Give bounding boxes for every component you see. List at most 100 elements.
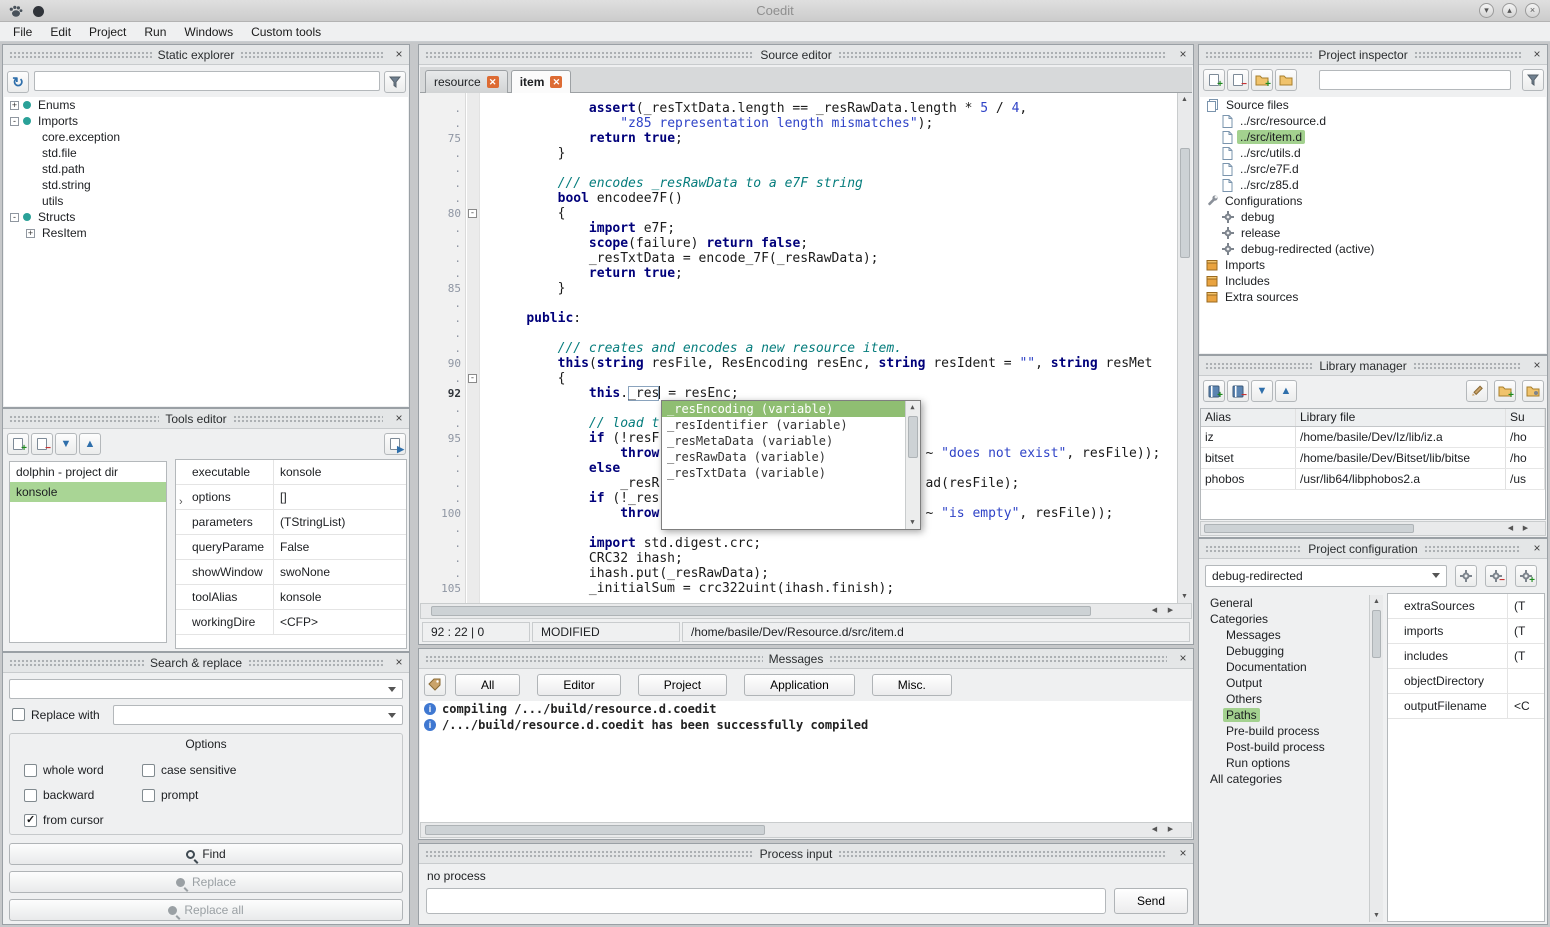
code-line[interactable]: . <box>420 296 1177 311</box>
tree-item[interactable]: Post-build process <box>1201 739 1367 755</box>
code-line[interactable]: . <box>420 326 1177 341</box>
property-row[interactable]: toolAliaskonsole <box>176 585 406 610</box>
run-tool-button[interactable]: ▶ <box>384 433 406 455</box>
code-line[interactable]: . public: <box>420 311 1177 326</box>
close-panel-button[interactable]: × <box>1530 359 1544 373</box>
menu-item-run[interactable]: Run <box>135 23 175 41</box>
property-row[interactable]: imports(T <box>1388 619 1544 644</box>
scroll-down-button[interactable]: ▼ <box>1370 909 1383 922</box>
remove-library-button[interactable]: − <box>1227 380 1249 402</box>
property-row[interactable]: includes(T <box>1388 644 1544 669</box>
open-folder-button[interactable] <box>1275 69 1297 91</box>
tree-item[interactable]: Includes <box>1200 273 1546 289</box>
code-line[interactable]: . import e7F; <box>420 221 1177 236</box>
table-row[interactable]: bitset/home/basile/Dev/Bitset/lib/bitse/… <box>1201 448 1545 469</box>
checkbox-whole-word[interactable] <box>24 764 37 777</box>
column-header[interactable]: Library file <box>1296 409 1506 426</box>
hscroll-thumb[interactable] <box>1204 524 1414 533</box>
column-header[interactable]: Su <box>1506 409 1545 426</box>
tree-item[interactable]: General <box>1201 595 1367 611</box>
close-panel-button[interactable]: × <box>1530 542 1544 556</box>
tree-item[interactable]: Source files <box>1200 97 1546 113</box>
checkbox-from-cursor[interactable] <box>24 814 37 827</box>
hscroll-thumb[interactable] <box>425 825 765 835</box>
tab-item[interactable]: item ✕ <box>511 70 572 93</box>
static-explorer-header[interactable]: Static explorer × <box>3 45 409 65</box>
library-from-project-button[interactable] <box>1522 380 1544 402</box>
tree-item[interactable]: ../src/resource.d <box>1200 113 1546 129</box>
tree-item[interactable]: Paths <box>1201 707 1367 723</box>
code-line[interactable]: 75 return true; <box>420 131 1177 146</box>
list-item[interactable]: dolphin - project dir <box>10 462 166 482</box>
add-library-button[interactable]: + <box>1203 380 1225 402</box>
code-line[interactable]: 105 _initialSum = crc322uint(ihash.finis… <box>420 581 1177 596</box>
add-tool-button[interactable]: + <box>7 433 29 455</box>
tree-item[interactable]: release <box>1200 225 1546 241</box>
code-line[interactable]: . <box>420 161 1177 176</box>
property-row[interactable]: parameters(TStringList) <box>176 510 406 535</box>
replace-with-combo[interactable] <box>113 705 403 725</box>
replace-all-button[interactable]: Replace all <box>9 899 403 921</box>
search-term-combo[interactable] <box>9 679 403 699</box>
completion-item[interactable]: _resIdentifier (variable) <box>662 417 905 433</box>
library-hscrollbar[interactable]: ◀ ▶ <box>1200 521 1546 536</box>
expander-icon[interactable]: - <box>10 117 19 126</box>
tree-item[interactable]: All categories <box>1201 771 1367 787</box>
code-line[interactable]: . } <box>420 146 1177 161</box>
tree-item[interactable]: utils <box>4 193 408 209</box>
tree-item[interactable]: Others <box>1201 691 1367 707</box>
scroll-down-button[interactable]: ▼ <box>1178 590 1191 603</box>
tree-item[interactable]: Configurations <box>1200 193 1546 209</box>
tree-item[interactable]: Messages <box>1201 627 1367 643</box>
menu-item-project[interactable]: Project <box>80 23 135 41</box>
fold-icon[interactable]: - <box>468 209 477 218</box>
categories-scrollbar[interactable]: ▲ ▼ <box>1369 595 1383 922</box>
move-tool-down-button[interactable]: ▼ <box>55 433 77 455</box>
code-line[interactable]: . ihash.put(_resRawData); <box>420 566 1177 581</box>
tree-item[interactable]: Run options <box>1201 755 1367 771</box>
shade-button[interactable]: ▾ <box>1479 3 1494 18</box>
vscroll-thumb[interactable] <box>1372 610 1381 658</box>
project-configuration-header[interactable]: Project configuration × <box>1199 539 1547 559</box>
tree-item[interactable]: ../src/item.d <box>1200 129 1546 145</box>
code-line[interactable]: . /// encodes _resRawData to a e7F strin… <box>420 176 1177 191</box>
tree-item[interactable]: debug-redirected (active) <box>1200 241 1546 257</box>
filter-button-project[interactable]: Project <box>638 674 727 696</box>
scroll-left-button[interactable]: ◀ <box>1504 522 1517 535</box>
tree-item[interactable]: std.string <box>4 177 408 193</box>
tree-item[interactable]: ../src/z85.d <box>1200 177 1546 193</box>
tree-item[interactable]: Pre-build process <box>1201 723 1367 739</box>
code-line[interactable]: 85 } <box>420 281 1177 296</box>
messages-hscrollbar[interactable]: ◀ ▶ <box>420 822 1192 838</box>
expand-chevron-icon[interactable]: › <box>179 490 183 509</box>
property-row[interactable]: queryParameFalse <box>176 535 406 560</box>
tree-item[interactable]: -Structs <box>4 209 408 225</box>
scroll-up-button[interactable]: ▲ <box>1370 595 1383 608</box>
close-window-button[interactable]: × <box>1525 3 1540 18</box>
symbol-filter-input[interactable] <box>34 71 380 91</box>
table-row[interactable]: iz/home/basile/Dev/Iz/lib/iz.a/ho <box>1201 427 1545 448</box>
completion-scroll-thumb[interactable] <box>908 416 918 458</box>
checkbox-prompt[interactable] <box>142 789 155 802</box>
configuration-select[interactable]: debug-redirected <box>1205 565 1447 587</box>
property-row[interactable]: showWindowswoNone <box>176 560 406 585</box>
vscroll-thumb[interactable] <box>1180 148 1190 258</box>
code-line[interactable]: 90 this(string resFile, ResEncoding resE… <box>420 356 1177 371</box>
expander-icon[interactable]: - <box>10 213 19 222</box>
code-line[interactable]: . scope(failure) return false; <box>420 236 1177 251</box>
tree-item[interactable]: +ResItem <box>4 225 408 241</box>
send-button[interactable]: Send <box>1114 888 1188 914</box>
completion-scrollbar[interactable]: ▲ ▼ <box>905 401 920 529</box>
code-line[interactable]: . "z85 representation length mismatches"… <box>420 116 1177 131</box>
library-from-folder-button[interactable]: + <box>1494 380 1516 402</box>
tree-item[interactable]: +Enums <box>4 97 408 113</box>
scroll-left-button[interactable]: ◀ <box>1148 823 1161 836</box>
property-row[interactable]: options›[] <box>176 485 406 510</box>
message-row[interactable]: i/.../build/resource.d.coedit has been s… <box>420 717 1192 733</box>
checkbox-case-sensitive[interactable] <box>142 764 155 777</box>
remove-source-button[interactable]: − <box>1227 69 1249 91</box>
clear-messages-button[interactable] <box>424 674 446 696</box>
expander-icon[interactable]: + <box>26 229 35 238</box>
close-panel-button[interactable]: × <box>392 656 406 670</box>
sync-configurations-button[interactable] <box>1455 565 1477 587</box>
